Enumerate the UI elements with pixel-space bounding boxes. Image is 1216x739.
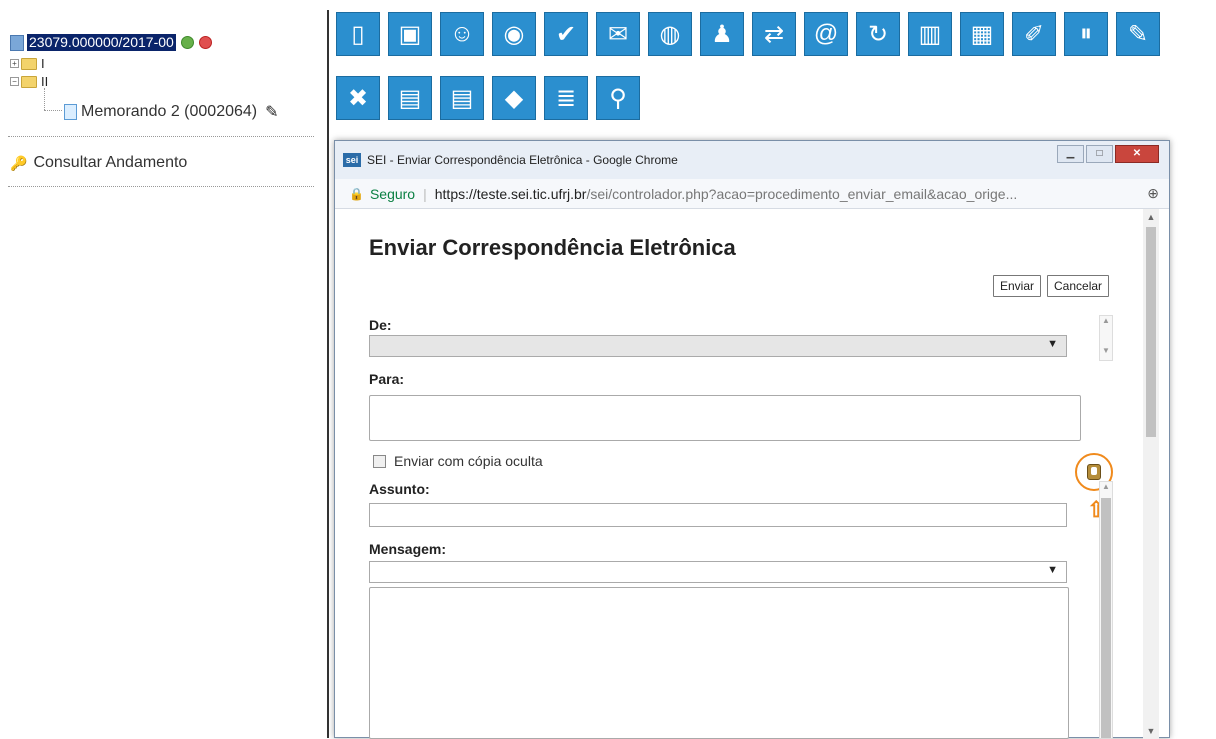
url-path: /sei/controlador.php?acao=procedimento_e…	[586, 185, 1018, 202]
document-label[interactable]: Memorando 2 (0002064)	[81, 103, 257, 121]
close-button[interactable]: ✕	[1115, 145, 1159, 163]
folder-icon	[21, 57, 37, 70]
consultar-andamento-link[interactable]: 🔑 Consultar Andamento	[10, 154, 187, 172]
search-icon[interactable]: ⚲	[596, 76, 640, 120]
consultar-andamento-label: Consultar Andamento	[33, 154, 188, 171]
sei-logo: sei	[343, 153, 361, 167]
window-title: SEI - Enviar Correspondência Eletrônica …	[367, 153, 678, 167]
mensagem-select[interactable]: ▼	[369, 561, 1067, 583]
bcc-checkbox-row[interactable]: Enviar com cópia oculta	[373, 453, 543, 469]
scroll-up-icon[interactable]: ▲	[1143, 209, 1159, 225]
pencil-icon[interactable]: ✎	[265, 102, 278, 122]
bcc-label: Enviar com cópia oculta	[394, 453, 543, 469]
de-select[interactable]: ▼	[369, 335, 1067, 357]
right-panel-scrollbar[interactable]: ▲	[1099, 481, 1113, 739]
de-label: De:	[369, 317, 392, 333]
document-move-icon[interactable]: ⇄	[752, 12, 796, 56]
scrollbar-thumb[interactable]	[1101, 498, 1111, 738]
folder-open-icon	[21, 75, 37, 88]
url-host: https://teste.sei.tic.ufrj.br	[434, 185, 587, 202]
process-tree: 23079.000000/2017-00 + I − II Memorando …	[0, 0, 322, 738]
bcc-checkbox[interactable]	[373, 454, 386, 468]
send-button[interactable]: Enviar	[993, 275, 1042, 297]
para-field[interactable]	[369, 395, 1081, 441]
scroll-up-icon[interactable]: ▲	[1100, 482, 1112, 496]
scroll-down-icon[interactable]: ▼	[1143, 723, 1159, 739]
signature-icon[interactable]: ✎	[1116, 12, 1160, 56]
tree-connector	[44, 110, 62, 111]
assunto-input[interactable]	[369, 503, 1067, 527]
minimize-button[interactable]: ▁	[1057, 145, 1084, 163]
assunto-label: Assunto:	[369, 481, 430, 497]
process-row[interactable]: 23079.000000/2017-00	[10, 34, 212, 51]
panel-divider[interactable]	[327, 10, 329, 738]
window-titlebar[interactable]: sei SEI - Enviar Correspondência Eletrôn…	[335, 141, 1169, 179]
list-icon[interactable]: ≣	[544, 76, 588, 120]
separator	[8, 136, 314, 137]
users-icon[interactable]: ☺	[440, 12, 484, 56]
cancel-button[interactable]: Cancelar	[1047, 275, 1110, 297]
mail-document-icon[interactable]: ✉	[596, 12, 640, 56]
folder-label-ii: II	[41, 74, 49, 89]
tag-icon[interactable]: ◆	[492, 76, 536, 120]
chevron-down-icon: ▼	[1047, 564, 1058, 576]
thumbs-up-icon[interactable]: ✔	[544, 12, 588, 56]
key-icon: 🔑	[10, 154, 28, 171]
eye-icon[interactable]: ◉	[492, 12, 536, 56]
expand-icon[interactable]: +	[10, 59, 19, 68]
window-scrollbar[interactable]: ▲ ▼	[1143, 209, 1159, 739]
maximize-button[interactable]: □	[1086, 145, 1113, 163]
new-document-icon[interactable]: ▯	[336, 12, 380, 56]
address-bar[interactable]: 🔒 Seguro | https://teste.sei.tic.ufrj.br…	[335, 179, 1169, 209]
contacts-book-icon[interactable]	[1087, 464, 1101, 480]
de-list-scrollbar[interactable]: ▲ ▼	[1099, 315, 1113, 361]
mensagem-label: Mensagem:	[369, 541, 447, 557]
zip-icon[interactable]: ▤	[440, 76, 484, 120]
collapse-icon[interactable]: −	[10, 77, 19, 86]
chevron-down-icon: ▼	[1047, 338, 1058, 350]
tree-connector	[44, 88, 45, 110]
scroll-up-icon[interactable]: ▲	[1100, 316, 1112, 330]
email-icon[interactable]: @	[804, 12, 848, 56]
email-popup-window: sei SEI - Enviar Correspondência Eletrôn…	[334, 140, 1170, 739]
page-content: Enviar Correspondência Eletrônica Enviar…	[335, 209, 1169, 739]
refresh-icon[interactable]: ↻	[856, 12, 900, 56]
window-controls: ▁ □ ✕	[1055, 145, 1159, 163]
process-number[interactable]: 23079.000000/2017-00	[27, 34, 176, 51]
globe-send-icon[interactable]: ◍	[648, 12, 692, 56]
address-separator: |	[423, 185, 427, 202]
zoom-icon[interactable]: ⊕	[1147, 185, 1159, 202]
books-icon[interactable]: ▥	[908, 12, 952, 56]
folder-label-i: I	[41, 56, 45, 71]
remove-icon[interactable]	[198, 36, 212, 49]
building-person-icon[interactable]: ▦	[960, 12, 1004, 56]
para-label: Para:	[369, 371, 405, 387]
document-row[interactable]: Memorando 2 (0002064) ✎	[64, 102, 279, 122]
folder-row-ii[interactable]: − II	[10, 74, 48, 89]
delete-document-icon[interactable]: ✖	[336, 76, 380, 120]
page-title: Enviar Correspondência Eletrônica	[369, 235, 736, 260]
secure-label: Seguro	[369, 185, 416, 202]
scroll-down-icon[interactable]: ▼	[1100, 346, 1112, 360]
pdf-icon[interactable]: ▤	[388, 76, 432, 120]
sei-edit-icon[interactable]: ▣	[388, 12, 432, 56]
folder-row-i[interactable]: + I	[10, 56, 45, 71]
scrollbar-thumb[interactable]	[1146, 227, 1156, 437]
pause-icon[interactable]: ⏸	[1064, 12, 1108, 56]
form-actions: Enviar Cancelar	[987, 275, 1110, 297]
mensagem-textarea[interactable]	[369, 587, 1069, 739]
add-icon[interactable]	[180, 36, 194, 49]
person-folder-icon[interactable]: ♟	[700, 12, 744, 56]
clipboard-icon[interactable]: ✐	[1012, 12, 1056, 56]
lock-icon: 🔒	[349, 186, 364, 201]
process-icon	[10, 34, 24, 51]
document-icon	[64, 104, 77, 120]
separator	[8, 186, 314, 187]
